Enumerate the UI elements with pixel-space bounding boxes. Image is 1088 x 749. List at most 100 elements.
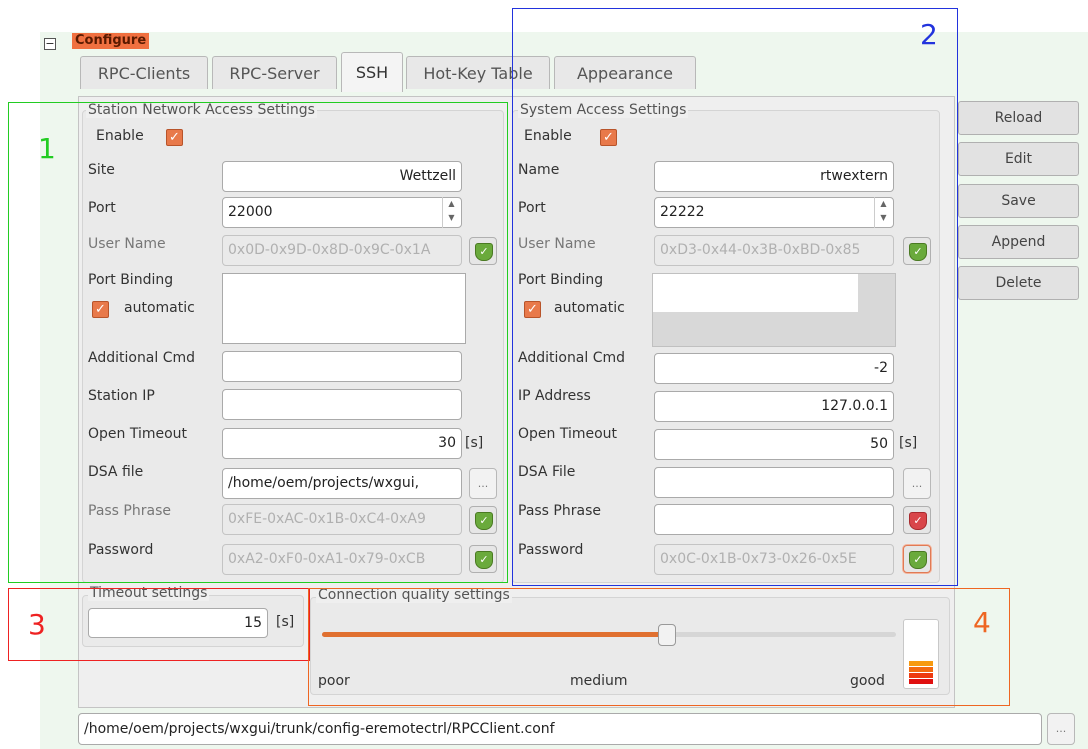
- station-binding-list[interactable]: [222, 273, 466, 344]
- station-pw-input[interactable]: 0xA2-0xF0-0xA1-0x79-0xCB: [222, 544, 462, 575]
- quality-poor-label: poor: [318, 673, 350, 689]
- system-port-label: Port: [518, 200, 546, 216]
- site-input[interactable]: Wettzell: [222, 161, 462, 192]
- station-ip-input[interactable]: [222, 389, 462, 420]
- station-pass-input[interactable]: 0xFE-0xAC-0x1B-0xC4-0xA9: [222, 504, 462, 535]
- meter-bar: [909, 649, 933, 654]
- shield-check-icon: ✓: [475, 243, 493, 261]
- system-enable-checkbox[interactable]: ✓: [600, 129, 617, 146]
- system-timeout-input[interactable]: 50: [654, 429, 894, 460]
- spin-arrows-icon[interactable]: ▲ ▼: [874, 197, 892, 228]
- system-timeout-label: Open Timeout: [518, 426, 618, 442]
- station-group-title: Station Network Access Settings: [86, 102, 317, 118]
- station-binding-label: Port Binding: [88, 272, 174, 288]
- reload-button[interactable]: Reload: [958, 101, 1079, 135]
- station-user-verify-button[interactable]: ✓: [469, 237, 497, 265]
- system-automatic-checkbox[interactable]: ✓: [524, 301, 541, 318]
- quality-slider-track[interactable]: [322, 624, 896, 646]
- system-user-label: User Name: [518, 236, 596, 252]
- append-button[interactable]: Append: [958, 225, 1079, 259]
- system-pw-input[interactable]: 0x0C-0x1B-0x73-0x26-0x5E: [654, 544, 894, 575]
- annotation-number-2: 2: [920, 18, 938, 51]
- system-user-verify-button[interactable]: ✓: [903, 237, 931, 265]
- meter-bar: [909, 667, 933, 672]
- site-label: Site: [88, 162, 115, 178]
- meter-bar: [909, 655, 933, 660]
- tab-hot-key-table[interactable]: Hot-Key Table: [406, 56, 550, 89]
- station-dsa-browse-button[interactable]: ...: [469, 468, 497, 499]
- system-automatic-label: automatic: [554, 300, 625, 316]
- shield-check-icon: ✓: [909, 551, 927, 569]
- system-name-input[interactable]: rtwextern: [654, 161, 894, 192]
- tab-rpc-clients[interactable]: RPC-Clients: [80, 56, 208, 89]
- station-timeout-label: Open Timeout: [88, 426, 188, 442]
- system-binding-label: Port Binding: [518, 272, 604, 288]
- save-button[interactable]: Save: [958, 184, 1079, 218]
- config-path-input[interactable]: /home/oem/projects/wxgui/trunk/config-er…: [78, 713, 1042, 745]
- connection-quality-title: Connection quality settings: [316, 587, 512, 603]
- station-automatic-checkbox[interactable]: ✓: [92, 301, 109, 318]
- tab-rpc-server[interactable]: RPC-Server: [212, 56, 337, 89]
- system-timeout-unit: [s]: [899, 435, 918, 451]
- system-cmd-input[interactable]: -2: [654, 353, 894, 384]
- system-cmd-label: Additional Cmd: [518, 350, 626, 366]
- system-ip-input[interactable]: 127.0.0.1: [654, 391, 894, 422]
- system-user-input[interactable]: 0xD3-0x44-0x3B-0xBD-0x85: [654, 235, 894, 266]
- system-name-label: Name: [518, 162, 560, 178]
- station-cmd-label: Additional Cmd: [88, 350, 196, 366]
- system-pass-input[interactable]: [654, 504, 894, 535]
- collapse-toggle[interactable]: −: [44, 38, 56, 50]
- system-ip-label: IP Address: [518, 388, 591, 404]
- meter-bar: [909, 673, 933, 678]
- quality-medium-label: medium: [570, 673, 628, 689]
- shield-check-icon: ✓: [909, 243, 927, 261]
- annotation-number-1: 1: [38, 132, 56, 165]
- shield-check-icon: ✓: [475, 512, 493, 530]
- annotation-number-4: 4: [973, 606, 991, 639]
- delete-button[interactable]: Delete: [958, 266, 1079, 300]
- system-enable-label: Enable: [524, 128, 572, 144]
- shield-check-icon: ✓: [475, 551, 493, 569]
- system-pw-verify-button[interactable]: ✓: [903, 545, 931, 573]
- timeout-settings-title: Timeout settings: [88, 585, 210, 601]
- station-cmd-input[interactable]: [222, 351, 462, 382]
- station-enable-label: Enable: [96, 128, 144, 144]
- annotation-number-3: 3: [28, 608, 46, 641]
- spin-arrows-icon[interactable]: ▲ ▼: [442, 197, 460, 228]
- station-timeout-input[interactable]: 30: [222, 428, 462, 459]
- station-pass-label: Pass Phrase: [88, 503, 171, 519]
- station-pw-verify-button[interactable]: ✓: [469, 545, 497, 573]
- station-enable-checkbox[interactable]: ✓: [166, 129, 183, 146]
- meter-bar: [909, 661, 933, 666]
- system-dsa-input[interactable]: [654, 467, 894, 498]
- station-pass-verify-button[interactable]: ✓: [469, 506, 497, 534]
- station-dsa-label: DSA file: [88, 464, 144, 480]
- station-automatic-label: automatic: [124, 300, 195, 316]
- system-dsa-browse-button[interactable]: ...: [903, 468, 931, 499]
- station-user-label: User Name: [88, 236, 166, 252]
- station-dsa-input[interactable]: /home/oem/projects/wxgui,: [222, 468, 462, 499]
- tab-appearance[interactable]: Appearance: [554, 56, 696, 89]
- timeout-settings-input[interactable]: 15: [88, 608, 268, 638]
- shield-error-icon: ✓: [909, 512, 927, 530]
- system-port-spinner[interactable]: 22222: [654, 197, 894, 228]
- station-user-input[interactable]: 0x0D-0x9D-0x8D-0x9C-0x1A: [222, 235, 462, 266]
- station-port-label: Port: [88, 200, 116, 216]
- config-path-browse-button[interactable]: ...: [1047, 713, 1075, 745]
- system-pw-label: Password: [518, 542, 584, 558]
- binding-list-row[interactable]: [653, 274, 858, 312]
- configure-node-label[interactable]: Configure: [72, 33, 150, 49]
- system-binding-list[interactable]: [652, 273, 896, 347]
- station-ip-label: Station IP: [88, 388, 155, 404]
- system-pass-label: Pass Phrase: [518, 503, 601, 519]
- edit-button[interactable]: Edit: [958, 142, 1079, 176]
- timeout-settings-unit: [s]: [276, 614, 295, 630]
- system-dsa-label: DSA File: [518, 464, 576, 480]
- station-port-spinner[interactable]: 22000: [222, 197, 462, 228]
- quality-slider-fill: [322, 632, 666, 637]
- tab-ssh[interactable]: SSH: [341, 52, 403, 92]
- meter-bar: [909, 637, 933, 642]
- quality-good-label: good: [850, 673, 885, 689]
- quality-slider-thumb[interactable]: [658, 624, 676, 646]
- system-pass-verify-button[interactable]: ✓: [903, 506, 931, 534]
